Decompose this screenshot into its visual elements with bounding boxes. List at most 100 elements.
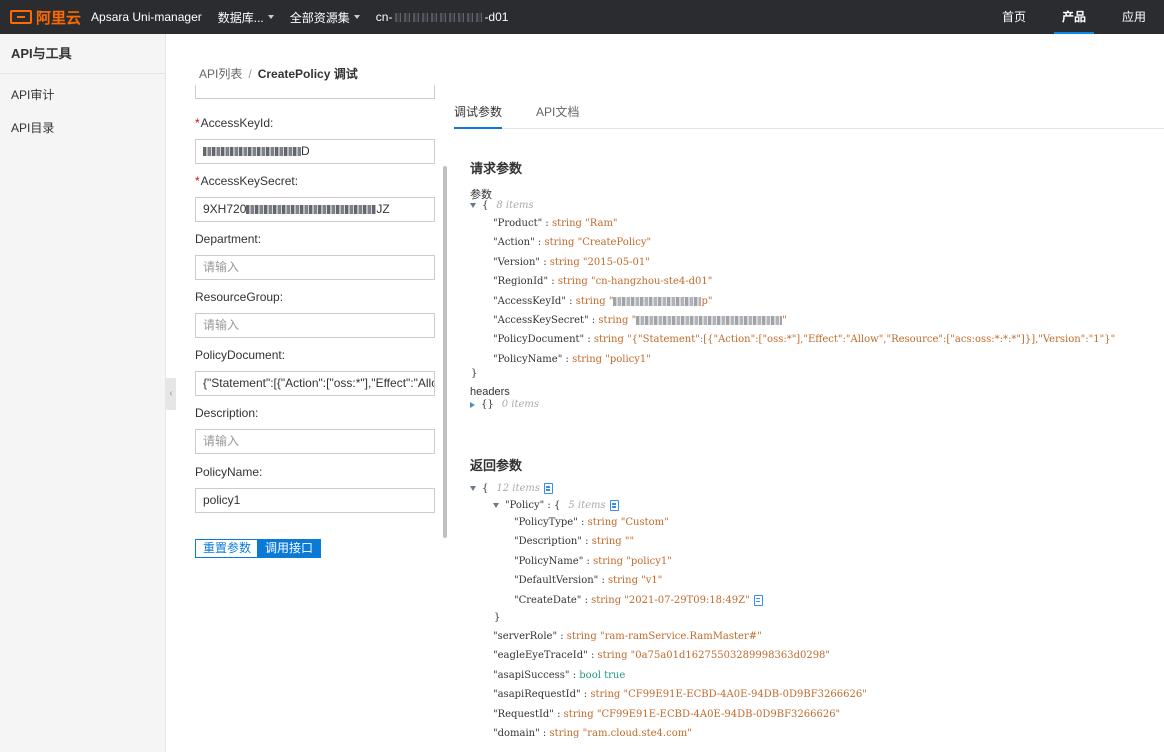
masked-value [613,296,702,306]
json-value: "CreatePolicy" [577,237,652,249]
department-input[interactable]: 请输入 [195,255,435,280]
json-key: "eagleEyeTraceId" [493,650,588,662]
json-line: "eagleEyeTraceId" : string "0a75a01d1627… [493,650,830,661]
json-type: string [591,594,622,606]
copy-icon[interactable] [544,483,554,494]
access-key-secret-input[interactable]: 9XH720 JZ [195,197,435,222]
breadcrumb-api-list[interactable]: API列表 [199,67,242,81]
json-line: "AccessKeyId" : string " p" [493,296,712,307]
json-type: string [575,295,606,307]
json-line: "DefaultVersion" : string "v1" [514,575,662,586]
json-type: string [591,536,622,548]
json-colon: : [590,650,595,662]
copy-icon[interactable] [609,500,619,511]
json-line: "domain" : string "ram.cloud.ste4.com" [493,728,692,739]
field-label: Description: [195,406,259,420]
access-key-id-input[interactable]: D [195,139,435,164]
call-api-button[interactable]: 调用接口 [257,539,322,558]
result-tabs: 调试参数 API文档 [454,100,1164,129]
json-key: "asapiRequestId" [493,689,581,701]
sidebar-item-api-catalog[interactable]: API目录 [0,112,165,145]
response-root-toggle[interactable]: {12 items [470,483,554,494]
database-menu-label: 数据库... [217,10,264,25]
json-value-end: " [782,315,787,326]
json-colon: : [542,728,547,739]
json-colon: : [591,315,596,326]
caret-down-icon [493,503,499,508]
resource-set-menu[interactable]: 全部资源集 [290,9,360,26]
field-policy-name: PolicyName: policy1 [195,465,435,513]
json-value: "ram-ramService.RamMaster#" [599,631,762,642]
json-key: "PolicyDocument" [493,334,585,346]
json-colon: : [560,631,564,642]
top-link-home[interactable]: 首页 [984,0,1044,34]
tab-api-docs[interactable]: API文档 [536,100,579,128]
description-input[interactable]: 请输入 [195,429,435,454]
json-key: "DefaultVersion" [514,575,599,587]
json-line: "PolicyName" : string "policy1" [514,556,672,567]
headers-toggle[interactable]: {} 0 items [470,399,539,410]
sidebar-collapse-handle[interactable]: ‹ [166,378,176,410]
json-line: "serverRole" : string "ram-ramService.Ra… [493,631,762,642]
aliyun-logo[interactable]: 阿里云 [10,7,81,28]
json-colon: : [585,536,589,548]
field-department: Department: 请输入 [195,232,435,280]
region-prefix: cn- [375,10,393,24]
sidebar-title: API与工具 [0,34,165,74]
json-value: "" [624,536,635,548]
breadcrumb: API列表 / CreatePolicy 调试 [199,65,358,82]
field-label: PolicyName: [195,465,263,479]
tab-debug-params[interactable]: 调试参数 [454,100,503,129]
field-label: Department: [195,232,262,246]
partial-input-above[interactable] [195,85,435,99]
json-type: string [608,575,638,587]
request-params-title: 请求参数 [470,161,523,176]
json-colon: : [543,256,547,268]
json-colon: : [545,218,549,229]
resource-set-menu-label: 全部资源集 [289,10,350,25]
json-type: string [590,689,621,701]
json-key: "RegionId" [493,276,549,288]
field-access-key-secret: *AccessKeySecret: 9XH720 JZ [195,174,435,222]
sidebar: API与工具 API审计 API目录 [0,34,166,752]
json-key: "RequestId" [493,708,554,720]
top-link-apps[interactable]: 应用 [1104,0,1164,34]
field-label: AccessKeySecret: [200,174,299,188]
json-line: "Action" : string "CreatePolicy" [493,237,651,248]
json-key: "Product" [493,218,543,229]
json-colon: : [587,334,591,346]
database-menu[interactable]: 数据库... [218,9,274,26]
region-selector[interactable]: cn- -d01 [376,10,509,24]
json-line: "Version" : string "2015-05-01" [493,257,650,268]
json-line: "PolicyType" : string "Custom" [514,517,669,528]
json-key: "Action" [493,237,535,249]
json-value: "0a75a01d16275503289998363d0298" [630,650,831,662]
json-value: "2015-05-01" [582,256,650,268]
json-colon: : [557,708,561,720]
copy-icon[interactable] [753,594,763,606]
json-line: "RequestId" : string "CF99E91E-ECBD-4A0E… [493,709,840,720]
json-value: "policy1" [605,353,651,365]
top-link-products[interactable]: 产品 [1044,0,1104,34]
reset-params-button[interactable]: 重置参数 [195,539,260,558]
chevron-left-icon: ‹ [169,388,173,399]
form-scrollbar[interactable] [443,166,447,538]
json-value: "cn-hangzhou-ste4-d01" [590,276,713,288]
policy-name-input[interactable]: policy1 [195,488,435,513]
json-key: "PolicyName" [493,353,563,365]
json-type: string [593,334,624,346]
policy-document-input[interactable]: {"Statement":[{"Action":["oss:*"],"Effec… [195,371,435,396]
policy-toggle[interactable]: "Policy" : {5 items [493,500,619,511]
request-root-toggle[interactable]: {8 items [470,200,534,211]
json-value: "2021-07-29T09:18:49Z" [624,594,750,606]
masked-value [246,205,377,215]
json-line: "asapiRequestId" : string "CF99E91E-ECBD… [493,689,867,700]
json-line: "Description" : string "" [514,536,634,547]
field-description: Description: 请输入 [195,406,435,454]
field-resource-group: ResourceGroup: 请输入 [195,290,435,338]
sidebar-item-api-audit[interactable]: API审计 [0,79,165,112]
json-type: string [549,728,580,739]
json-type: string [572,353,603,365]
resource-group-input[interactable]: 请输入 [195,313,435,338]
required-mark: * [195,116,200,130]
